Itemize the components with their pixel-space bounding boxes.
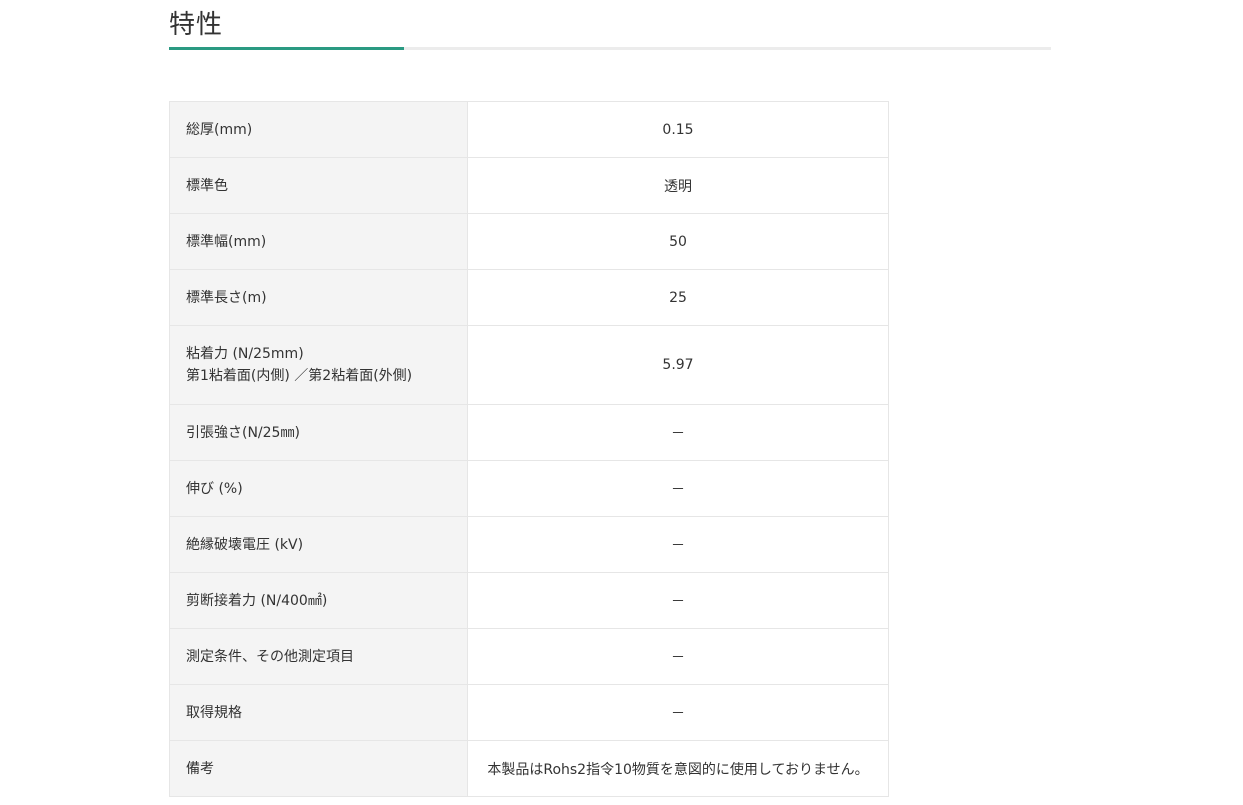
title-underline [169,47,1051,50]
spec-value: － [467,572,889,629]
spec-label: 取得規格 [169,684,468,741]
spec-label: 粘着力 (N/25mm) 第1粘着面(内側) ／第2粘着面(外側) [169,325,468,405]
spec-label: 測定条件、その他測定項目 [169,628,468,685]
section-header: 特性 [169,0,1051,52]
table-row: 絶縁破壊電圧 (kV) － [169,516,889,573]
table-row: 測定条件、その他測定項目 － [169,628,889,685]
spec-label: 標準色 [169,157,468,214]
spec-value: 5.97 [467,325,889,405]
spec-value: － [467,460,889,517]
table-row: 標準幅(mm) 50 [169,213,889,270]
spec-value: 0.15 [467,101,889,158]
spec-label: 標準長さ(m) [169,269,468,326]
spec-label: 引張強さ(N/25㎜) [169,404,468,461]
table-row: 備考 本製品はRohs2指令10物質を意図的に使用しておりません。 [169,740,889,797]
table-row: 伸び (%) － [169,460,889,517]
spec-value: － [467,628,889,685]
section-title: 特性 [169,10,224,40]
spec-value: 25 [467,269,889,326]
table-row: 粘着力 (N/25mm) 第1粘着面(内側) ／第2粘着面(外側) 5.97 [169,325,889,405]
spec-value: － [467,684,889,741]
spec-label: 総厚(mm) [169,101,468,158]
spec-value: － [467,404,889,461]
spec-label: 備考 [169,740,468,797]
spec-label: 剪断接着力 (N/400㎟) [169,572,468,629]
spec-value: 透明 [467,157,889,214]
table-row: 標準長さ(m) 25 [169,269,889,326]
spec-label: 標準幅(mm) [169,213,468,270]
spec-table: 総厚(mm) 0.15 標準色 透明 標準幅(mm) 50 標準長さ(m) 25… [169,101,889,797]
spec-label: 伸び (%) [169,460,468,517]
spec-label-line: 第1粘着面(内側) ／第2粘着面(外側) [186,368,413,384]
spec-label-line: 粘着力 (N/25mm) [186,346,304,362]
spec-value: 本製品はRohs2指令10物質を意図的に使用しておりません。 [467,740,889,797]
table-row: 標準色 透明 [169,157,889,214]
spec-value: 50 [467,213,889,270]
spec-value: － [467,516,889,573]
title-underline-accent [169,47,404,50]
table-row: 剪断接着力 (N/400㎟) － [169,572,889,629]
spec-label: 絶縁破壊電圧 (kV) [169,516,468,573]
table-row: 引張強さ(N/25㎜) － [169,404,889,461]
table-row: 取得規格 － [169,684,889,741]
table-row: 総厚(mm) 0.15 [169,101,889,158]
